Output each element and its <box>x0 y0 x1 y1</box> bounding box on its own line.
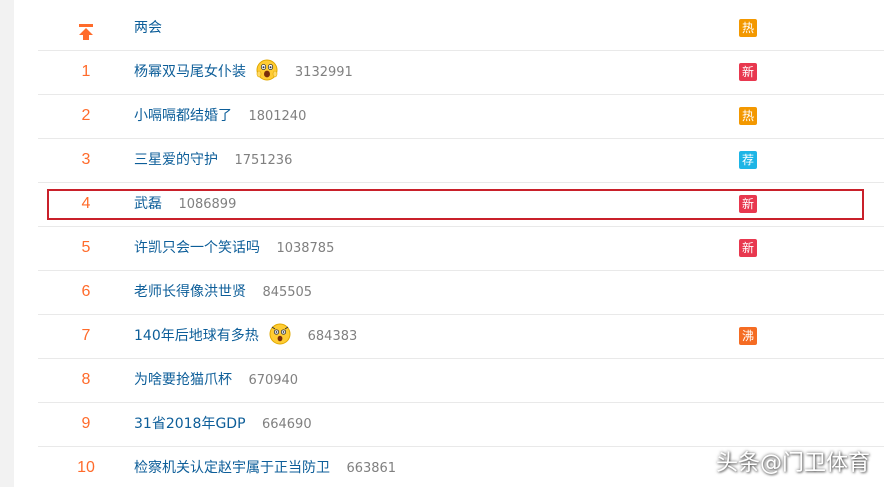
topic-title-link[interactable]: 检察机关认定赵宇属于正当防卫 <box>134 460 330 476</box>
highlight-box <box>47 189 864 220</box>
topic-title-link[interactable]: 许凯只会一个笑话吗 <box>134 240 260 256</box>
rank-number: 2 <box>81 107 91 124</box>
search-count: 1038785 <box>276 241 335 256</box>
recommend-badge: 荐 <box>739 151 757 169</box>
topic-title-link[interactable]: 小嗝嗝都结婚了 <box>134 108 232 124</box>
shocked-face-icon <box>256 59 278 81</box>
rank-number: 1 <box>81 63 91 80</box>
search-count: 670940 <box>248 373 299 388</box>
list-item[interactable]: 6 老师长得像洪世贤 845505 <box>38 270 884 315</box>
topic-title-link[interactable]: 31省2018年GDP <box>134 416 246 432</box>
rank-number: 10 <box>77 459 95 476</box>
topic: 140年后地球有多热 684383 <box>134 323 358 347</box>
topic: 小嗝嗝都结婚了 1801240 <box>134 106 306 127</box>
search-count: 684383 <box>307 329 358 344</box>
topic-title-link[interactable]: 三星爱的守护 <box>134 152 218 168</box>
list-item[interactable]: 5 许凯只会一个笑话吗 1038785 新 <box>38 226 884 271</box>
list-item[interactable]: 8 为啥要抢猫爪杯 670940 <box>38 358 884 403</box>
topic: 老师长得像洪世贤 845505 <box>134 282 312 303</box>
topic: 检察机关认定赵宇属于正当防卫 663861 <box>134 458 396 479</box>
topic: 杨幂双马尾女仆装 3132991 <box>134 59 353 83</box>
left-gutter <box>0 0 14 487</box>
topic: 两会 <box>134 18 162 38</box>
topic-title-link[interactable]: 老师长得像洪世贤 <box>134 284 246 300</box>
search-count: 664690 <box>261 417 312 432</box>
topic-title-link[interactable]: 两会 <box>134 20 162 36</box>
search-count: 845505 <box>262 285 313 300</box>
boil-badge: 沸 <box>739 327 757 345</box>
search-count: 3132991 <box>294 65 353 80</box>
hot-badge: 热 <box>739 107 757 125</box>
rank-number: 5 <box>81 239 91 256</box>
topic-title-link[interactable]: 杨幂双马尾女仆装 <box>134 64 246 80</box>
list-item[interactable]: 2 小嗝嗝都结婚了 1801240 热 <box>38 94 884 139</box>
topic: 三星爱的守护 1751236 <box>134 150 292 171</box>
search-count: 1801240 <box>248 109 307 124</box>
topic: 许凯只会一个笑话吗 1038785 <box>134 238 334 259</box>
rank-number: 7 <box>81 327 91 344</box>
surprised-face-icon <box>269 323 291 345</box>
rank-number: 3 <box>81 151 91 168</box>
search-count: 663861 <box>346 461 397 476</box>
topic-title-link[interactable]: 为啥要抢猫爪杯 <box>134 372 232 388</box>
topic: 31省2018年GDP 664690 <box>134 414 312 435</box>
rank-number: 8 <box>81 371 91 388</box>
watermark: 头条@门卫体育 <box>715 451 870 476</box>
rank-number: 9 <box>81 415 91 432</box>
topic: 为啥要抢猫爪杯 670940 <box>134 370 298 391</box>
topic-title-link[interactable]: 140年后地球有多热 <box>134 328 259 344</box>
new-badge: 新 <box>739 239 757 257</box>
list-item[interactable]: 7 140年后地球有多热 684383 沸 <box>38 314 884 359</box>
list-item[interactable]: 9 31省2018年GDP 664690 <box>38 402 884 447</box>
search-count: 1751236 <box>234 153 293 168</box>
list-item[interactable]: 两会 热 <box>38 6 884 51</box>
list-item[interactable]: 3 三星爱的守护 1751236 荐 <box>38 138 884 183</box>
list-item[interactable]: 1 杨幂双马尾女仆装 3132991 新 <box>38 50 884 95</box>
pin-top-icon <box>79 24 93 40</box>
rank-number: 6 <box>81 283 91 300</box>
new-badge: 新 <box>739 63 757 81</box>
hot-badge: 热 <box>739 19 757 37</box>
